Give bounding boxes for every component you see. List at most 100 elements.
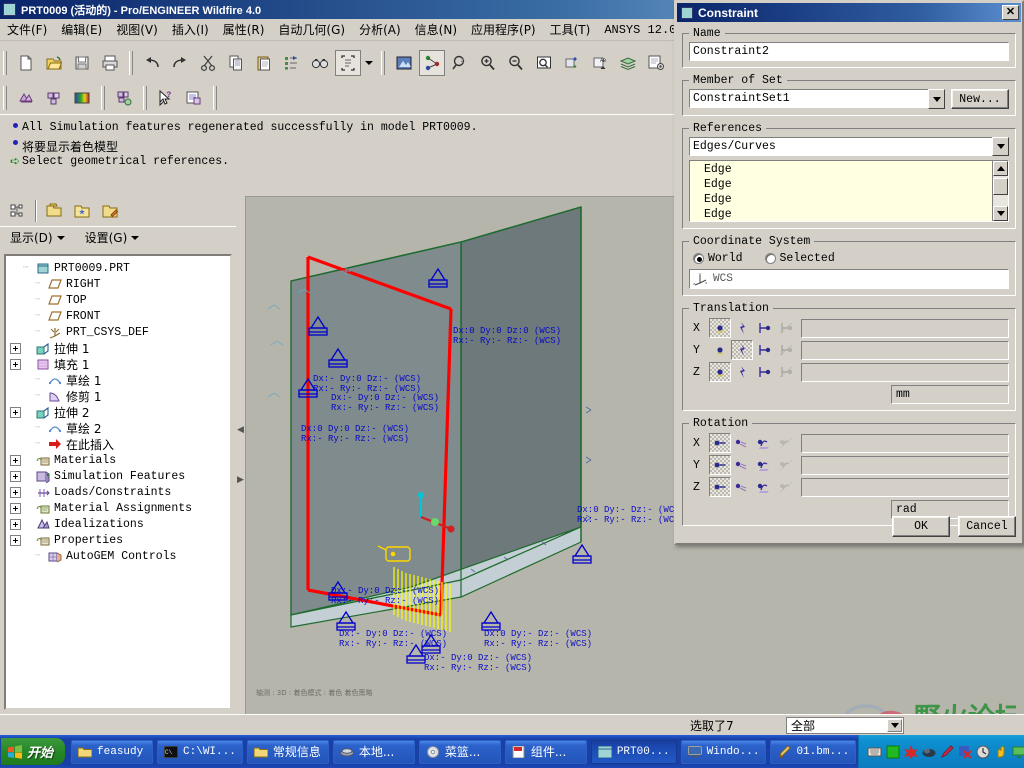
keyboard-icon[interactable] (867, 744, 882, 759)
results-button[interactable] (69, 85, 95, 111)
expand-plus-icon[interactable] (10, 406, 21, 418)
menu-ansys[interactable]: ANSYS 12.0 (597, 21, 683, 39)
clock-dial-icon[interactable] (975, 744, 990, 759)
mesh-control-button[interactable] (111, 85, 137, 111)
scroll-track[interactable] (993, 176, 1008, 206)
model-tree[interactable]: ┈ PRT0009.PRT ┈ RIGHT ┈ TOP ┈ FRONT ┈ PRT_CSYS_DE… (4, 254, 232, 710)
regenerate-button[interactable] (279, 50, 305, 76)
tree-node[interactable]: ┈ 草绘 1 (10, 372, 228, 388)
tree-node[interactable]: 填充 1 (10, 356, 228, 372)
tree-node[interactable]: ┈ RIGHT (10, 276, 228, 292)
tree-node[interactable]: 拉伸 1 (10, 340, 228, 356)
toolbar-grip[interactable] (213, 86, 217, 110)
selection-filter-combo[interactable]: 全部 (786, 717, 904, 734)
rotation-mode-2-toggle[interactable] (753, 455, 775, 475)
expand-plus-icon[interactable] (10, 470, 21, 482)
toolbar-grip[interactable] (129, 51, 133, 75)
start-button[interactable]: 开始 (1, 738, 66, 765)
folder-favorites-button[interactable] (69, 198, 95, 224)
tree-node[interactable]: ┈ PRT0009.PRT (10, 260, 228, 276)
tree-node[interactable]: Materials (10, 452, 228, 468)
model-info-button[interactable] (181, 85, 207, 111)
find-button[interactable] (307, 50, 333, 76)
red-burst-icon[interactable] (903, 744, 918, 759)
menu-tools[interactable]: 工具(T) (543, 19, 598, 40)
menu-analysis[interactable]: 分析(A) (352, 19, 408, 40)
elements-button[interactable] (41, 85, 67, 111)
translation-unit-field[interactable]: mm (891, 385, 1009, 404)
rotation-mode-0-toggle[interactable] (709, 477, 731, 497)
refit-view-button[interactable] (531, 50, 557, 76)
cancel-button[interactable]: Cancel (958, 516, 1016, 537)
csys-value-field[interactable]: zyx WCS (689, 269, 1009, 289)
expand-plus-icon[interactable] (10, 534, 21, 546)
translation-mode-0-toggle[interactable] (709, 362, 731, 382)
scroll-down-button[interactable] (993, 206, 1008, 221)
reference-list-item[interactable]: Edge (704, 177, 992, 192)
tree-node[interactable]: ┈ 在此插入 (10, 436, 228, 452)
reference-list-item[interactable]: Edge (704, 207, 992, 221)
translation-value-input[interactable] (801, 318, 1009, 338)
green-monitor-icon[interactable] (1011, 744, 1024, 759)
datum-tags-button[interactable]: AB (587, 50, 613, 76)
translation-mode-1-toggle[interactable] (731, 340, 753, 360)
splitter-expand-right-icon[interactable]: ▶ (237, 474, 244, 485)
references-type-combo[interactable]: Edges/Curves (689, 137, 1009, 156)
menu-insert[interactable]: 插入(I) (165, 19, 216, 40)
new-set-button[interactable]: New... (951, 89, 1009, 109)
tree-node[interactable]: ┈ TOP (10, 292, 228, 308)
ok-button[interactable]: OK (892, 516, 950, 537)
rotation-mode-0-toggle[interactable] (709, 455, 731, 475)
expand-plus-icon[interactable] (10, 502, 21, 514)
scroll-thumb[interactable] (993, 178, 1008, 195)
reference-list-item[interactable]: Edge (704, 192, 992, 207)
green-square-icon[interactable] (885, 744, 900, 759)
translation-mode-0-toggle[interactable] (709, 340, 731, 360)
taskbar-task-button[interactable]: Windo... (680, 739, 767, 764)
tree-node[interactable]: ┈ AutoGEM Controls (10, 548, 228, 564)
translation-mode-1-toggle[interactable] (731, 318, 753, 338)
translation-mode-2-toggle[interactable] (753, 318, 775, 338)
rotation-mode-1-toggle[interactable] (731, 477, 753, 497)
expand-plus-icon[interactable] (10, 486, 21, 498)
toolbar-grip[interactable] (3, 86, 7, 110)
panel-splitter[interactable]: ◀ ▶ (236, 196, 244, 714)
redo-button[interactable] (167, 50, 193, 76)
expand-plus-icon[interactable] (10, 454, 21, 466)
expand-plus-icon[interactable] (10, 358, 21, 370)
translation-mode-0-toggle[interactable] (709, 318, 731, 338)
folder-connections-button[interactable] (97, 198, 123, 224)
zoom-in-button[interactable] (475, 50, 501, 76)
taskbar-task-button[interactable]: 组件... (504, 739, 587, 764)
taskbar-task-button[interactable]: 菜篮... (418, 739, 501, 764)
selection-filter-dropdown[interactable] (362, 50, 376, 76)
menu-applications[interactable]: 应用程序(P) (464, 19, 543, 40)
translation-value-input[interactable] (801, 362, 1009, 382)
references-scrollbar[interactable] (992, 161, 1008, 221)
reference-list-item[interactable]: Edge (704, 162, 992, 177)
layers-button[interactable] (615, 50, 641, 76)
refit-button[interactable] (447, 50, 473, 76)
new-button[interactable] (13, 50, 39, 76)
tree-node[interactable]: Loads/Constraints (10, 484, 228, 500)
taskbar-task-button[interactable]: 常规信息 (246, 739, 329, 764)
toolbar-grip[interactable] (143, 86, 147, 110)
menu-file[interactable]: 文件(F) (0, 19, 54, 40)
menu-edit[interactable]: 编辑(E) (54, 19, 109, 40)
translation-mode-2-toggle[interactable] (753, 340, 775, 360)
rotation-value-input[interactable] (801, 433, 1009, 453)
display-style-button[interactable] (643, 50, 669, 76)
tree-menu-settings[interactable]: 设置(G) (75, 227, 150, 248)
rotation-mode-3-toggle[interactable] (775, 477, 797, 497)
repaint-button[interactable] (391, 50, 417, 76)
tree-node[interactable]: ┈ 草绘 2 (10, 420, 228, 436)
toolbar-grip[interactable] (381, 51, 385, 75)
copy-button[interactable] (223, 50, 249, 76)
taskbar-task-button[interactable]: 01.bm... (770, 739, 857, 764)
translation-mode-3-toggle[interactable] (775, 318, 797, 338)
tree-node[interactable]: ┈ PRT_CSYS_DEF (10, 324, 228, 340)
close-icon[interactable]: ✕ (1002, 5, 1019, 20)
folder-browser-button[interactable] (41, 198, 67, 224)
spin-center-button[interactable] (419, 50, 445, 76)
dark-blob-icon[interactable] (921, 744, 936, 759)
